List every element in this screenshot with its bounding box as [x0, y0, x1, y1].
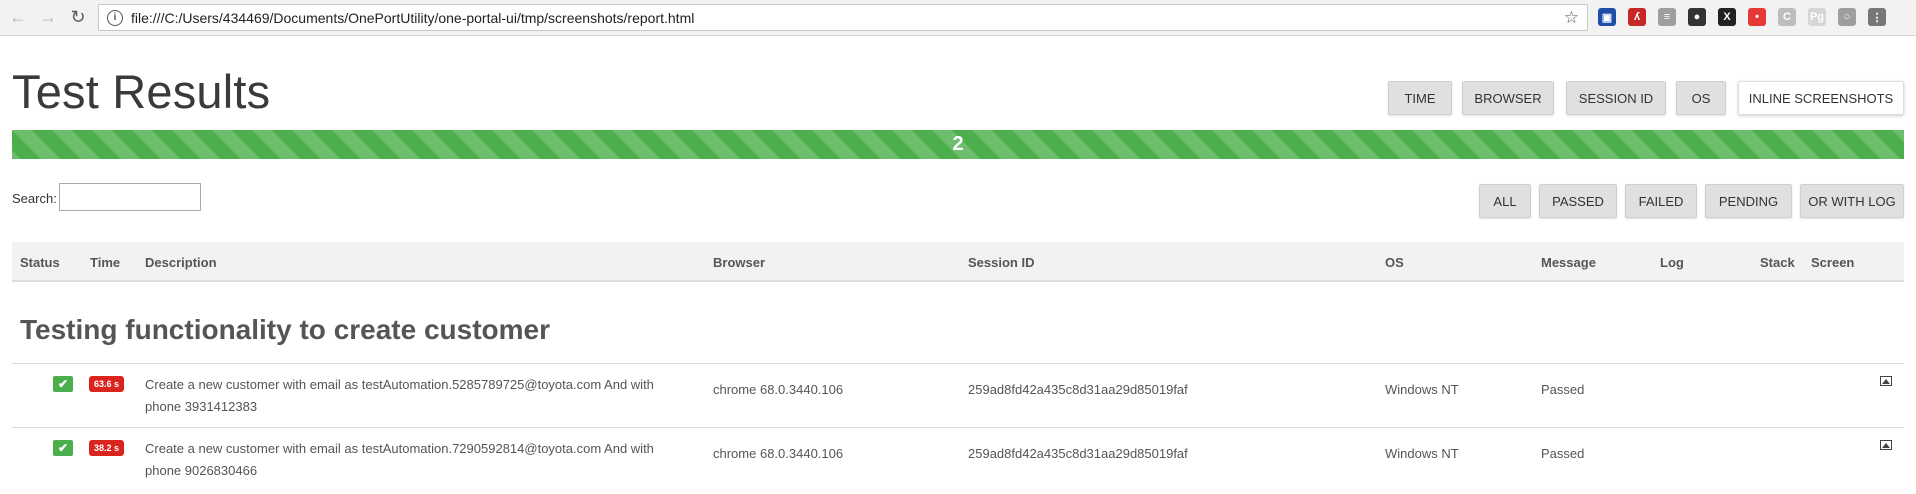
check-icon: ✔ [53, 440, 73, 456]
col-log[interactable]: Log [1660, 255, 1684, 270]
image-icon[interactable] [1880, 440, 1892, 450]
filter-failed-button[interactable]: FAILED [1625, 184, 1697, 218]
table-row: ✔ 38.2 s Create a new customer with emai… [12, 427, 1904, 491]
col-session-id[interactable]: Session ID [968, 255, 1034, 270]
image-icon[interactable] [1880, 376, 1892, 386]
inline-screenshots-button[interactable]: INLINE SCREENSHOTS [1738, 81, 1904, 115]
ext-grey-icon[interactable]: ≡ [1658, 8, 1676, 26]
toggle-time-button[interactable]: TIME [1388, 81, 1452, 115]
search-input[interactable] [59, 183, 201, 211]
back-icon[interactable]: ← [6, 6, 30, 30]
forward-icon[interactable]: → [36, 6, 60, 30]
filter-all-button[interactable]: ALL [1479, 184, 1531, 218]
filter-pending-button[interactable]: PENDING [1705, 184, 1792, 218]
table-row: ✔ 63.6 s Create a new customer with emai… [12, 363, 1904, 427]
search-label: Search: [12, 191, 57, 206]
col-message[interactable]: Message [1541, 255, 1596, 270]
url-text[interactable]: file:///C:/Users/434469/Documents/OnePor… [131, 10, 1564, 26]
ext-x-icon[interactable]: X [1718, 8, 1736, 26]
filter-with-log-button[interactable]: OR WITH LOG [1800, 184, 1904, 218]
ext-red-badge-icon[interactable]: • [1748, 8, 1766, 26]
browser-toolbar: ← → ↻ i file:///C:/Users/434469/Document… [0, 0, 1916, 36]
col-description[interactable]: Description [145, 255, 217, 270]
col-os[interactable]: OS [1385, 255, 1404, 270]
col-stack[interactable]: Stack [1760, 255, 1795, 270]
profile-icon[interactable]: ○ [1838, 8, 1856, 26]
message-cell: Passed [1541, 382, 1585, 397]
star-icon[interactable]: ☆ [1564, 8, 1579, 28]
description-cell: Create a new customer with email as test… [145, 441, 654, 478]
os-cell: Windows NT [1385, 382, 1459, 397]
ext-blue-icon[interactable]: ▣ [1598, 8, 1616, 26]
col-browser[interactable]: Browser [713, 255, 765, 270]
description-cell: Create a new customer with email as test… [145, 377, 654, 414]
col-time[interactable]: Time [90, 255, 120, 270]
browser-cell: chrome 68.0.3440.106 [713, 382, 844, 397]
time-badge: 38.2 s [89, 440, 125, 456]
address-bar[interactable]: i file:///C:/Users/434469/Documents/OneP… [98, 4, 1588, 31]
menu-icon[interactable]: ⋮ [1868, 8, 1886, 26]
info-icon[interactable]: i [107, 9, 123, 26]
session-id-cell: 259ad8fd42a435c8d31aa29d85019faf [968, 446, 1188, 461]
group-title: Testing functionality to create customer [20, 314, 551, 345]
ext-pg-icon[interactable]: Pg [1808, 8, 1826, 26]
check-icon: ✔ [53, 376, 73, 392]
os-cell: Windows NT [1385, 446, 1459, 461]
ext-red-icon[interactable]: ʎ [1628, 8, 1646, 26]
ext-dark-icon[interactable]: ● [1688, 8, 1706, 26]
browser-cell: chrome 68.0.3440.106 [713, 446, 844, 461]
toggle-session-id-button[interactable]: SESSION ID [1566, 81, 1666, 115]
time-badge: 63.6 s [89, 376, 125, 392]
toggle-os-button[interactable]: OS [1676, 81, 1726, 115]
reload-icon[interactable]: ↻ [66, 6, 90, 30]
toggle-browser-button[interactable]: BROWSER [1462, 81, 1554, 115]
col-status[interactable]: Status [20, 255, 60, 270]
report-page: Test Results TIME BROWSER SESSION ID OS … [0, 36, 1916, 493]
session-id-cell: 259ad8fd42a435c8d31aa29d85019faf [968, 382, 1188, 397]
page-title: Test Results [12, 65, 271, 118]
col-screen[interactable]: Screen [1811, 255, 1854, 270]
progress-bar: 2 [12, 130, 1904, 159]
ext-c-icon[interactable]: C [1778, 8, 1796, 26]
message-cell: Passed [1541, 446, 1585, 461]
filter-passed-button[interactable]: PASSED [1539, 184, 1617, 218]
table-header: Status Time Description Browser Session … [12, 242, 1904, 282]
